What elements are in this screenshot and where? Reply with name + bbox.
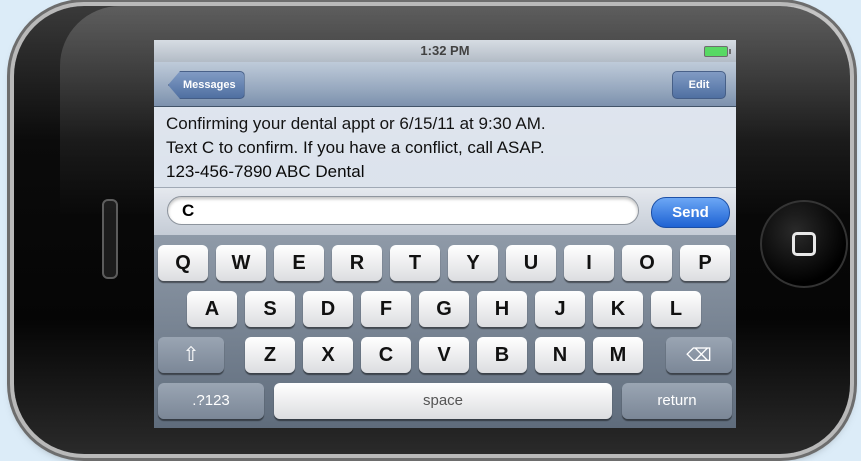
numbers-key[interactable]: .?123 [158, 383, 264, 419]
key-n[interactable]: N [535, 337, 585, 373]
key-c[interactable]: C [361, 337, 411, 373]
compose-bar: Send [154, 187, 736, 235]
key-d[interactable]: D [303, 291, 353, 327]
key-w[interactable]: W [216, 245, 266, 281]
key-y[interactable]: Y [448, 245, 498, 281]
key-i[interactable]: I [564, 245, 614, 281]
navigation-bar: Messages Edit [154, 62, 736, 107]
key-h[interactable]: H [477, 291, 527, 327]
key-t[interactable]: T [390, 245, 440, 281]
battery-icon [704, 46, 731, 57]
message-line-2: Text C to confirm. If you have a conflic… [166, 138, 545, 157]
key-z[interactable]: Z [245, 337, 295, 373]
shift-arrow-icon: ⇧ [182, 344, 200, 366]
key-m[interactable]: M [593, 337, 643, 373]
shift-key[interactable]: ⇧ [158, 337, 224, 373]
backspace-key[interactable]: ⌫ [666, 337, 732, 373]
key-f[interactable]: F [361, 291, 411, 327]
return-key[interactable]: return [622, 383, 732, 419]
keyboard: Q W E R T Y U I O P A S D F G H J K L ⇧ … [154, 235, 736, 428]
home-icon [792, 232, 816, 256]
backspace-icon: ⌫ [686, 345, 712, 365]
key-q[interactable]: Q [158, 245, 208, 281]
key-o[interactable]: O [622, 245, 672, 281]
key-l[interactable]: L [651, 291, 701, 327]
key-v[interactable]: V [419, 337, 469, 373]
message-line-3: 123-456-7890 ABC Dental [166, 162, 365, 181]
key-u[interactable]: U [506, 245, 556, 281]
key-a[interactable]: A [187, 291, 237, 327]
key-k[interactable]: K [593, 291, 643, 327]
key-x[interactable]: X [303, 337, 353, 373]
space-key[interactable]: space [274, 383, 612, 419]
edit-button[interactable]: Edit [672, 71, 726, 99]
home-button[interactable] [760, 200, 848, 288]
messages-back-button[interactable]: Messages [168, 71, 245, 99]
key-s[interactable]: S [245, 291, 295, 327]
status-time: 1:32 PM [420, 43, 470, 58]
key-j[interactable]: J [535, 291, 585, 327]
speaker-grille [102, 199, 118, 279]
message-line-1: Confirming your dental appt or 6/15/11 a… [166, 114, 546, 133]
key-p[interactable]: P [680, 245, 730, 281]
key-g[interactable]: G [419, 291, 469, 327]
key-b[interactable]: B [477, 337, 527, 373]
send-button[interactable]: Send [651, 197, 730, 228]
message-thread: Confirming your dental appt or 6/15/11 a… [154, 107, 736, 187]
key-r[interactable]: R [332, 245, 382, 281]
key-e[interactable]: E [274, 245, 324, 281]
status-bar: 1:32 PM [154, 40, 736, 62]
phone-screen: 1:32 PM Messages Edit Confirming your de… [154, 40, 736, 428]
message-input[interactable] [167, 196, 639, 225]
